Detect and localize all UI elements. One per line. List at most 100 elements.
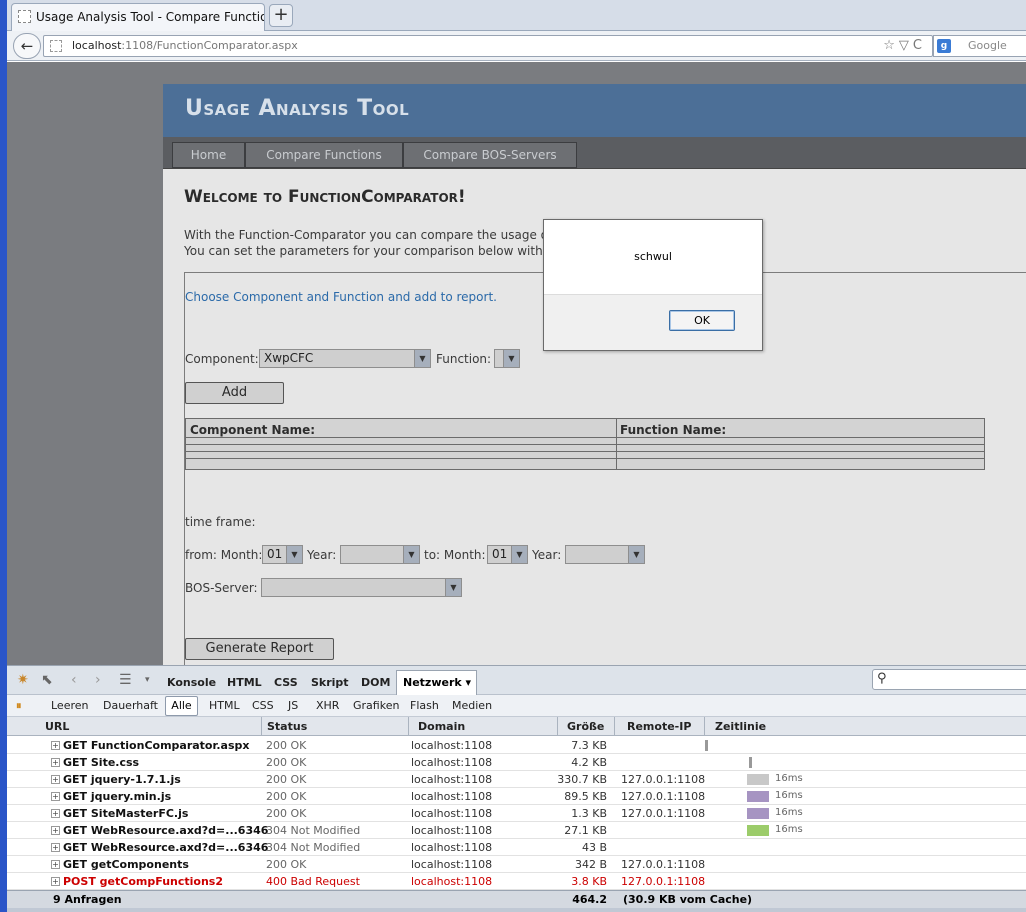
app-header: Usage Analysis Tool [163,84,1026,137]
filter-flash[interactable]: Flash [410,699,439,712]
request-time: 16ms [775,790,803,801]
tab-netzwerk[interactable]: Netzwerk ▾ [396,670,477,696]
expand-icon[interactable]: + [51,758,60,767]
network-request-row[interactable]: + GET SiteMasterFC.js 200 OK localhost:1108… [7,805,1026,822]
request-status: 200 OK [266,858,307,871]
pause-icon[interactable]: ⏸ [16,699,22,713]
request-url: GET jquery-1.7.1.js [63,773,181,786]
firebug-search-input[interactable]: ⚲ [872,669,1026,690]
network-request-row[interactable]: + GET FunctionComparator.aspx 200 OK localh… [7,737,1026,754]
tab-title: Usage Analysis Tool - Compare Functions [36,10,265,24]
expand-icon[interactable]: + [51,843,60,852]
dropdown-icon[interactable]: ▾ [145,675,150,685]
request-size: 3.8 KB [571,875,607,888]
request-url: GET WebResource.axd?d=...6346 [63,824,269,837]
url-text: localhost:1108/FunctionComparator.aspx [72,39,298,52]
from-month-label: from: Month: [185,548,263,562]
filter-css[interactable]: CSS [252,699,274,712]
function-label: Function: [436,352,492,366]
request-remote-ip: 127.0.0.1:1108 [621,790,706,803]
tab-konsole[interactable]: Konsole [167,676,216,689]
menu-compare-bos-servers[interactable]: Compare BOS-Servers [403,142,577,168]
expand-icon[interactable]: + [51,877,60,886]
col-domain[interactable]: Domain [418,720,465,733]
cache-size: (30.9 KB vom Cache) [623,893,753,906]
status-bar [7,908,1026,912]
add-button[interactable]: Add [185,382,284,404]
request-domain: localhost:1108 [411,858,493,871]
from-year-select[interactable]: ▼ [340,545,420,564]
ok-button[interactable]: OK [669,310,735,331]
request-status: 200 OK [266,790,307,803]
col-size[interactable]: Größe [567,720,604,733]
request-size: 89.5 KB [564,790,607,803]
to-year-select[interactable]: ▼ [565,545,645,564]
back-button[interactable]: ← [13,33,41,59]
forward-arrow-icon[interactable]: › [95,672,101,688]
col-divider [614,717,615,736]
col-url[interactable]: URL [45,720,69,733]
expand-icon[interactable]: + [51,741,60,750]
menu-compare-functions[interactable]: Compare Functions [245,142,403,168]
filter-html[interactable]: HTML [209,699,240,712]
expand-icon[interactable]: + [51,826,60,835]
firebug-toolbar: ✷ ⬉ ‹ › ☰ ▾ Konsole HTML CSS Skript DOM … [7,665,1026,696]
generate-report-button[interactable]: Generate Report [185,638,334,660]
expand-icon[interactable]: + [51,809,60,818]
network-request-row[interactable]: + GET Site.css 200 OK localhost:1108 4.2 KB [7,754,1026,771]
menu-icon[interactable]: ☰ [119,672,132,688]
firebug-icon[interactable]: ✷ [17,672,29,688]
from-month-select[interactable]: 01 ▼ [262,545,303,564]
function-select[interactable]: ▼ [494,349,520,368]
col-status[interactable]: Status [267,720,307,733]
bookmark-reload-icons[interactable]: ☆▽C [883,36,926,56]
col-remote-ip[interactable]: Remote-IP [627,720,691,733]
timeframe-label: time frame: [185,515,256,529]
network-request-row[interactable]: + POST getCompFunctions2 400 Bad Request lo… [7,873,1026,890]
request-url: GET SiteMasterFC.js [63,807,189,820]
browser-tab[interactable]: Usage Analysis Tool - Compare Functions [11,3,265,31]
filter-persist[interactable]: Dauerhaft [103,699,158,712]
chevron-down-icon: ▼ [414,350,430,367]
request-domain: localhost:1108 [411,739,493,752]
search-placeholder: Google [968,39,1007,52]
network-request-row[interactable]: + GET jquery-1.7.1.js 200 OK localhost:1108… [7,771,1026,788]
filter-js[interactable]: JS [288,699,298,712]
menu-home[interactable]: Home [172,142,245,168]
network-request-row[interactable]: + GET WebResource.axd?d=...6346 304 Not Mo… [7,822,1026,839]
expand-icon[interactable]: + [51,792,60,801]
expand-icon[interactable]: + [51,775,60,784]
back-arrow-icon[interactable]: ‹ [71,672,77,688]
new-tab-button[interactable]: + [269,4,293,27]
col-divider [408,717,409,736]
filter-media[interactable]: Medien [452,699,492,712]
bos-server-label: BOS-Server: [185,581,258,595]
expand-icon[interactable]: + [51,860,60,869]
bos-server-select[interactable]: ▼ [261,578,462,597]
alert-footer: OK [544,294,762,350]
filter-clear[interactable]: Leeren [51,699,89,712]
page-icon [18,10,31,23]
filter-all[interactable]: Alle [165,696,198,716]
request-time: 16ms [775,824,803,835]
network-request-row[interactable]: + GET WebResource.axd?d=...6346 304 Not Mo… [7,839,1026,856]
inspect-icon[interactable]: ⬉ [41,672,53,688]
network-request-row[interactable]: + GET getComponents 200 OK localhost:1108 34… [7,856,1026,873]
filter-xhr[interactable]: XHR [316,699,339,712]
tab-html[interactable]: HTML [227,676,262,689]
search-box[interactable]: g Google [933,35,1026,57]
request-status: 200 OK [266,807,307,820]
request-remote-ip: 127.0.0.1:1108 [621,807,706,820]
tab-skript[interactable]: Skript [311,676,349,689]
grid-line [186,458,984,459]
tab-dom[interactable]: DOM [361,676,390,689]
address-bar[interactable]: localhost:1108/FunctionComparator.aspx ☆… [43,35,933,57]
network-request-row[interactable]: + GET jquery.min.js 200 OK localhost:1108 89… [7,788,1026,805]
component-select[interactable]: XwpCFC ▼ [259,349,431,368]
alert-message: schwul [634,250,672,263]
to-month-label: to: Month: [424,548,486,562]
tab-css[interactable]: CSS [274,676,298,689]
to-month-select[interactable]: 01 ▼ [487,545,528,564]
col-timeline[interactable]: Zeitlinie [715,720,766,733]
filter-images[interactable]: Grafiken [353,699,399,712]
